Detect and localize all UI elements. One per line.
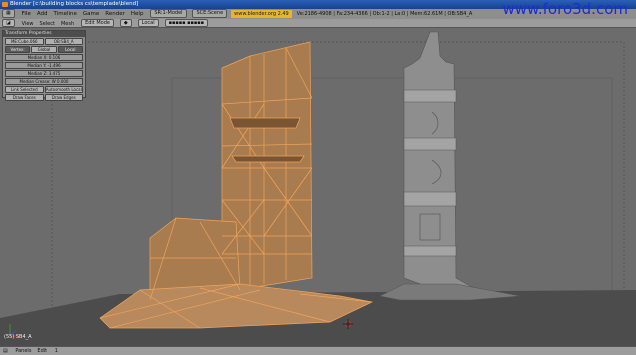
autosmooth-button[interactable]: Autosmooth Local: [44, 86, 83, 93]
draw-edges-button[interactable]: Draw Edges: [44, 94, 83, 101]
orientation-selector[interactable]: Local: [137, 19, 159, 27]
grey-tower-model: [379, 31, 521, 301]
blender-logo-icon: [2, 2, 8, 7]
menu-render[interactable]: Render: [102, 9, 128, 19]
median-x-field[interactable]: Median X: 0.106: [5, 54, 83, 61]
draw-faces-button[interactable]: Draw Faces: [5, 94, 44, 101]
scene-stats: Ve:2186-4908 | Fa:234-4366 | Ob:1-2 | La…: [296, 11, 473, 17]
local-button[interactable]: Local: [57, 46, 83, 53]
header-menu-mesh[interactable]: Mesh: [58, 20, 77, 28]
watermark: www.foro3d.com: [502, 0, 628, 18]
menu-help[interactable]: Help: [128, 9, 147, 19]
draw-type-icon[interactable]: ◆: [119, 19, 132, 27]
menu-timeline[interactable]: Timeline: [51, 9, 80, 19]
mesh-name-field[interactable]: ME:Cube.066: [5, 38, 44, 45]
blender-url-badge[interactable]: www.blender.org 2.49: [231, 9, 292, 18]
panel-title[interactable]: Transform Properties: [3, 31, 85, 37]
camera-border: [51, 41, 625, 319]
menu-file[interactable]: File: [19, 9, 34, 19]
mode-selector[interactable]: Edit Mode: [81, 19, 114, 27]
vertex-label: Vertex:: [5, 46, 31, 53]
window-title: Blender [c:\building blocks cs\templade\…: [10, 1, 139, 7]
view-type-icon[interactable]: ◪: [2, 19, 15, 27]
global-button[interactable]: Global: [31, 46, 57, 53]
object-name-field[interactable]: OB:SB4_A: [44, 38, 83, 45]
scene-render: [0, 31, 636, 346]
link-selected-button[interactable]: Link Selected: [5, 86, 44, 93]
editor-type-icon[interactable]: ▦: [2, 9, 15, 18]
menu-add[interactable]: Add: [34, 9, 51, 19]
active-object-label: (55) SB4_A: [4, 334, 32, 340]
selected-mesh-tower: [99, 41, 374, 329]
scene-selector[interactable]: SCE:Scene: [192, 9, 228, 18]
header-menu-view[interactable]: View: [19, 20, 37, 28]
layer-buttons[interactable]: ▪▪▪▪▪ ▪▪▪▪▪: [164, 19, 209, 27]
3d-view-header: ◪ View Select Mesh Edit Mode ◆ Local ▪▪▪▪▪…: [0, 19, 636, 28]
header-menu-select[interactable]: Select: [37, 20, 58, 28]
transform-properties-panel: Transform Properties ME:Cube.066 OB:SB4_…: [2, 30, 86, 101]
median-y-field[interactable]: Median Y: -1.496: [5, 62, 83, 69]
median-crease-field[interactable]: Median Crease: W 0.000: [5, 78, 83, 85]
screen-selector[interactable]: SR:1-Model: [150, 9, 187, 18]
median-z-field[interactable]: Median Z: 3.475: [5, 70, 83, 77]
menu-game[interactable]: Game: [80, 9, 102, 19]
